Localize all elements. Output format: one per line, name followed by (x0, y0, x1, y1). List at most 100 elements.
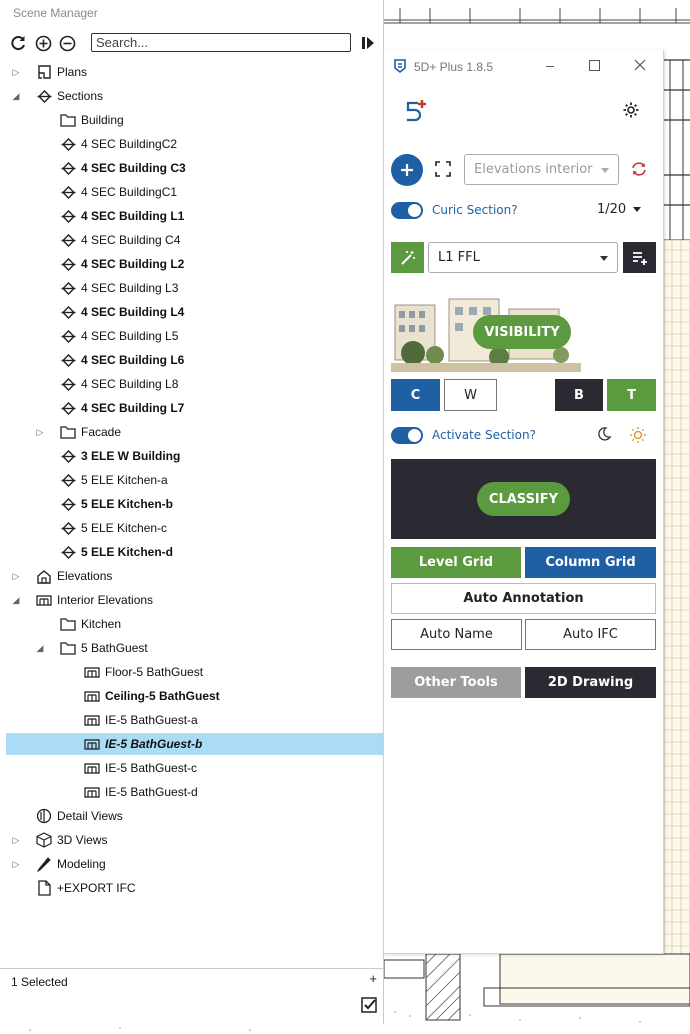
tree-row[interactable]: ▷ Facade (0, 421, 383, 443)
curic-section-toggle[interactable] (391, 202, 423, 219)
tree-item-label: Ceiling-5 BathGuest (105, 689, 220, 703)
tree-row[interactable]: IE-5 BathGuest-c (0, 757, 383, 779)
expand-arrow-icon[interactable]: ▷ (10, 834, 22, 846)
auto-annotation-button[interactable]: Auto Annotation (391, 583, 656, 614)
sync-icon[interactable] (630, 161, 648, 180)
tree-row[interactable]: Kitchen (0, 613, 383, 635)
maximize-icon[interactable] (581, 55, 607, 75)
level-grid-button[interactable]: Level Grid (391, 547, 521, 578)
section-icon (60, 304, 76, 320)
tree-row[interactable]: 5 ELE Kitchen-b (0, 493, 383, 515)
auto-ifc-button[interactable]: Auto IFC (525, 619, 656, 650)
collapse-arrow-icon[interactable]: ◢ (10, 594, 22, 606)
w-button[interactable]: W (444, 379, 497, 411)
tree-item-label: 4 SEC Building L8 (81, 377, 179, 391)
tree-item-label: 3 ELE W Building (81, 449, 181, 463)
2d-drawing-button[interactable]: 2D Drawing (525, 667, 656, 698)
other-tools-button[interactable]: Other Tools (391, 667, 521, 698)
view-type-dropdown[interactable]: Elevations interior (464, 154, 619, 185)
tree-row[interactable]: IE-5 BathGuest-d (0, 781, 383, 803)
column-grid-button[interactable]: Column Grid (525, 547, 656, 578)
scale-value: 1/20 (597, 202, 627, 217)
visibility-button[interactable]: VISIBILITY (473, 315, 571, 349)
tree-row[interactable]: IE-5 BathGuest-a (0, 709, 383, 731)
tree-row[interactable]: 4 SEC Building C3 (0, 157, 383, 179)
tree-row[interactable]: 5 ELE Kitchen-d (0, 541, 383, 563)
scale-selector[interactable]: 1/20 (597, 202, 642, 217)
section-icon (60, 280, 76, 296)
tree-row[interactable]: Detail Views (0, 805, 383, 827)
section-icon (60, 400, 76, 416)
tree-item-label: Plans (57, 65, 88, 79)
tree-row[interactable]: 4 SEC BuildingC2 (0, 133, 383, 155)
tree-item-label: 4 SEC BuildingC2 (81, 137, 178, 151)
checkbox-icon[interactable] (361, 997, 377, 1016)
tree-row[interactable]: Building (0, 109, 383, 131)
visibility-illustration: VISIBILITY (391, 295, 581, 372)
tree-item-label: 5 ELE Kitchen-b (81, 497, 174, 511)
expand-arrow-icon[interactable]: ▷ (10, 858, 22, 870)
tree-row[interactable]: 4 SEC Building L5 (0, 325, 383, 347)
tree-row[interactable]: ◢ 5 BathGuest (0, 637, 383, 659)
tree-row[interactable]: 4 SEC Building L4 (0, 301, 383, 323)
add-level-button[interactable] (623, 242, 656, 273)
collapse-arrow-icon[interactable]: ◢ (34, 642, 46, 654)
moon-icon[interactable] (596, 426, 612, 445)
tree-row[interactable]: 4 SEC BuildingC1 (0, 181, 383, 203)
tree-row[interactable]: ▷ 3D Views (0, 829, 383, 851)
minimize-icon[interactable]: – (537, 55, 563, 75)
magic-wand-button[interactable] (391, 242, 424, 273)
search-input[interactable] (91, 33, 351, 52)
tree-item-label: 4 SEC Building L1 (81, 209, 185, 223)
expand-arrow-icon[interactable]: ▷ (10, 570, 22, 582)
tree-row[interactable]: 5 ELE Kitchen-a (0, 469, 383, 491)
activate-section-toggle[interactable] (391, 427, 423, 444)
auto-name-button[interactable]: Auto Name (391, 619, 522, 650)
settings-gear-icon[interactable] (622, 101, 640, 122)
plus-icon (401, 164, 413, 176)
refresh-icon[interactable] (8, 33, 28, 53)
t-button[interactable]: T (607, 379, 656, 411)
classify-button[interactable]: CLASSIFY (477, 482, 570, 516)
tree-row[interactable]: 4 SEC Building L7 (0, 397, 383, 419)
tree-item-label: +EXPORT IFC (57, 881, 136, 895)
tree-row[interactable]: Floor-5 BathGuest (0, 661, 383, 683)
close-icon[interactable] (627, 55, 653, 75)
tree-row[interactable]: 4 SEC Building L3 (0, 277, 383, 299)
collapse-arrow-icon[interactable]: ◢ (10, 90, 22, 102)
tree-row[interactable]: 4 SEC Building L2 (0, 253, 383, 275)
section-icon (60, 160, 76, 176)
tree-row[interactable]: ◢ Sections (0, 85, 383, 107)
tree-row[interactable]: ▷ Modeling (0, 853, 383, 875)
add-view-button[interactable] (391, 154, 423, 186)
tree-row[interactable]: 4 SEC Building L8 (0, 373, 383, 395)
tree-row[interactable]: 4 SEC Building L1 (0, 205, 383, 227)
remove-icon[interactable] (57, 33, 77, 53)
expand-icon[interactable]: + (369, 971, 377, 986)
magic-wand-icon (400, 250, 415, 265)
details-arrow-icon[interactable] (358, 33, 378, 53)
expand-arrow-icon[interactable]: ▷ (10, 66, 22, 78)
tree-row[interactable]: ▷ Elevations (0, 565, 383, 587)
tree-row[interactable]: Ceiling-5 BathGuest (0, 685, 383, 707)
add-icon[interactable] (33, 33, 53, 53)
tree-item-label: 5 ELE Kitchen-d (81, 545, 174, 559)
fullscreen-icon[interactable] (435, 161, 451, 180)
tree-row[interactable]: 5 ELE Kitchen-c (0, 517, 383, 539)
level-dropdown[interactable]: L1 FFL (428, 242, 618, 273)
sun-icon[interactable] (629, 426, 647, 447)
curic-section-label: Curic Section? (432, 203, 518, 217)
scene-manager-panel: Scene Manager ▷ Plans ◢ Sections Building 4 S… (0, 0, 384, 1024)
app-logo-icon (392, 58, 408, 77)
tree-row[interactable]: 3 ELE W Building (0, 445, 383, 467)
tree-row[interactable]: ◢ Interior Elevations (0, 589, 383, 611)
tree-row[interactable]: ▷ Plans (0, 61, 383, 83)
tree-row[interactable]: +EXPORT IFC (0, 877, 383, 899)
c-button[interactable]: C (391, 379, 440, 411)
tree-row[interactable]: 4 SEC Building C4 (0, 229, 383, 251)
expand-arrow-icon[interactable]: ▷ (34, 426, 46, 438)
tree-row-selected[interactable]: IE-5 BathGuest-b (6, 733, 383, 755)
tree-row[interactable]: 4 SEC Building L6 (0, 349, 383, 371)
b-button[interactable]: B (555, 379, 603, 411)
tree-item-label: IE-5 BathGuest-c (105, 761, 198, 775)
